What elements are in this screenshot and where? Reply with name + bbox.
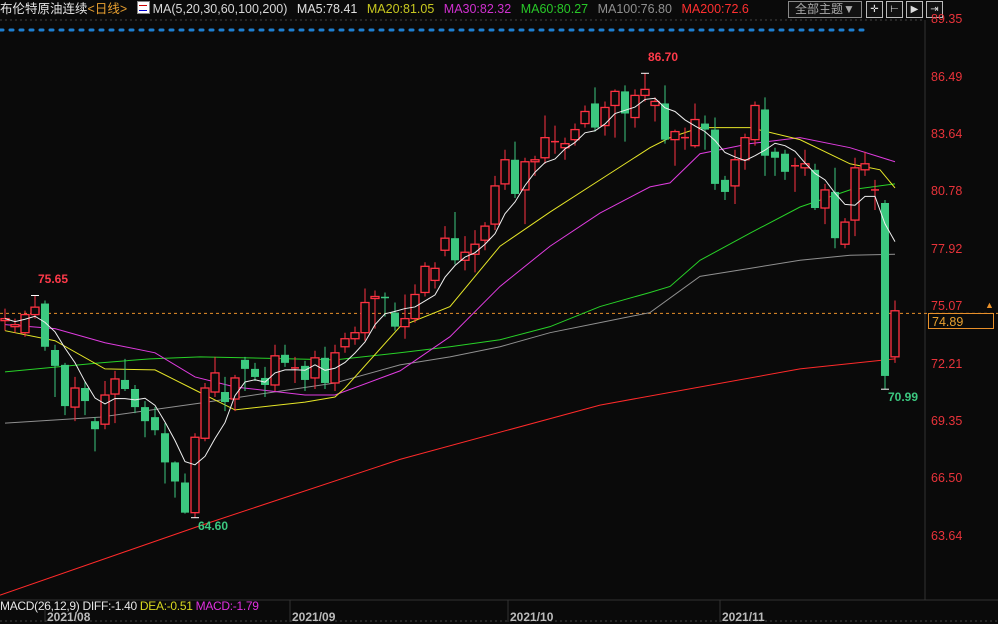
y-tick-label: 66.50 xyxy=(931,471,962,485)
y-tick-label: 80.78 xyxy=(931,184,962,198)
candle-down xyxy=(771,152,779,158)
ma60-line xyxy=(5,184,895,372)
y-tick-label: 75.07 xyxy=(931,299,962,313)
candle-up xyxy=(491,186,499,224)
candle-up xyxy=(31,307,39,314)
low-price-annotation: 70.99 xyxy=(888,390,918,404)
candle-up xyxy=(731,160,739,186)
candle-up xyxy=(21,315,29,333)
candle-up xyxy=(601,107,609,125)
y-tick-label: 89.35 xyxy=(931,12,962,26)
candle-up xyxy=(541,138,549,158)
y-tick-label: 83.64 xyxy=(931,127,962,141)
candlestick-chart[interactable] xyxy=(0,0,998,622)
candle-down xyxy=(511,160,519,194)
candle-up xyxy=(891,311,899,357)
candle-up xyxy=(351,333,359,339)
candle-up xyxy=(111,379,119,394)
candle-down xyxy=(161,433,169,462)
candle-up xyxy=(581,111,589,123)
scroll-up-icon[interactable]: ▲ xyxy=(985,301,994,310)
candle-down xyxy=(61,365,69,406)
candle-down xyxy=(761,109,769,155)
candle-down xyxy=(121,380,129,389)
candle-up xyxy=(431,268,439,280)
candle-up xyxy=(531,160,539,162)
candle-down xyxy=(51,350,59,366)
candle-up xyxy=(201,388,209,438)
candle-up xyxy=(311,358,319,378)
candle-down xyxy=(241,360,249,369)
candle-down xyxy=(781,154,789,172)
candle-up xyxy=(361,303,369,333)
candle-up xyxy=(481,226,489,240)
candle-up xyxy=(191,437,199,512)
candle-up xyxy=(401,319,409,327)
candle-up xyxy=(341,339,349,347)
candle-up xyxy=(11,325,19,327)
last-price-label: 74.89 xyxy=(928,313,994,329)
candle-up xyxy=(821,190,829,208)
y-tick-label: 72.21 xyxy=(931,357,962,371)
candle-up xyxy=(641,89,649,95)
candle-down xyxy=(701,124,709,130)
candle-up xyxy=(691,120,699,146)
low-price-annotation: 64.60 xyxy=(198,519,228,533)
candle-down xyxy=(81,388,89,401)
candle-down xyxy=(151,417,159,430)
candle-up xyxy=(271,356,279,385)
candle-up xyxy=(651,101,659,105)
candle-up xyxy=(71,388,79,407)
ma20-line xyxy=(5,128,895,410)
candle-down xyxy=(181,483,189,513)
candle-up xyxy=(501,160,509,184)
candle-down xyxy=(831,192,839,238)
candle-up xyxy=(421,266,429,292)
candle-up xyxy=(741,138,749,160)
candle-up xyxy=(441,238,449,250)
candle-down xyxy=(721,180,729,192)
candle-down xyxy=(391,313,399,327)
candle-up xyxy=(851,168,859,220)
candle-down xyxy=(141,407,149,421)
candle-up xyxy=(861,164,869,170)
candle-up xyxy=(571,130,579,140)
candle-down xyxy=(451,238,459,260)
candle-down xyxy=(591,103,599,127)
candle-down xyxy=(251,369,259,377)
candle-down xyxy=(91,421,99,429)
macd-value: MACD:-1.79 xyxy=(196,599,259,613)
candle-up xyxy=(101,395,109,424)
macd-legend: MACD(26,12,9) DIFF:-1.40 DEA:-0.51 MACD:… xyxy=(0,599,259,613)
candle-up xyxy=(751,105,759,139)
candle-down xyxy=(131,389,139,407)
high-price-annotation: 75.65 xyxy=(38,272,68,286)
candle-down xyxy=(281,355,289,363)
candle-up xyxy=(371,296,379,298)
candle-up xyxy=(671,132,679,140)
candle-up xyxy=(211,373,219,392)
macd-dea: DEA:-0.51 xyxy=(140,599,193,613)
candle-down xyxy=(301,366,309,380)
y-tick-label: 69.35 xyxy=(931,414,962,428)
candle-up xyxy=(611,91,619,105)
y-tick-label: 77.92 xyxy=(931,242,962,256)
high-price-annotation: 86.70 xyxy=(648,50,678,64)
y-tick-label: 63.64 xyxy=(931,529,962,543)
candle-down xyxy=(221,392,229,402)
macd-diff: DIFF:-1.40 xyxy=(83,599,137,613)
y-tick-label: 86.49 xyxy=(931,70,962,84)
candle-up xyxy=(841,222,849,244)
candle-down xyxy=(171,462,179,481)
